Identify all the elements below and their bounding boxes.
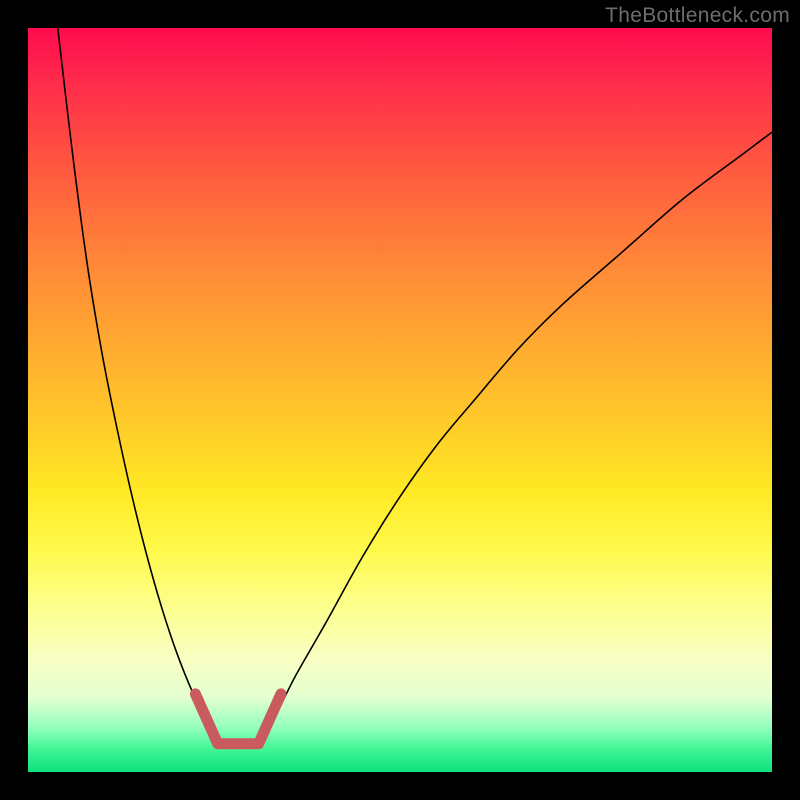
accent-v-shape	[195, 694, 281, 744]
watermark-text: TheBottleneck.com	[605, 4, 790, 28]
plot-area	[28, 28, 772, 772]
accent-layer	[28, 28, 772, 772]
